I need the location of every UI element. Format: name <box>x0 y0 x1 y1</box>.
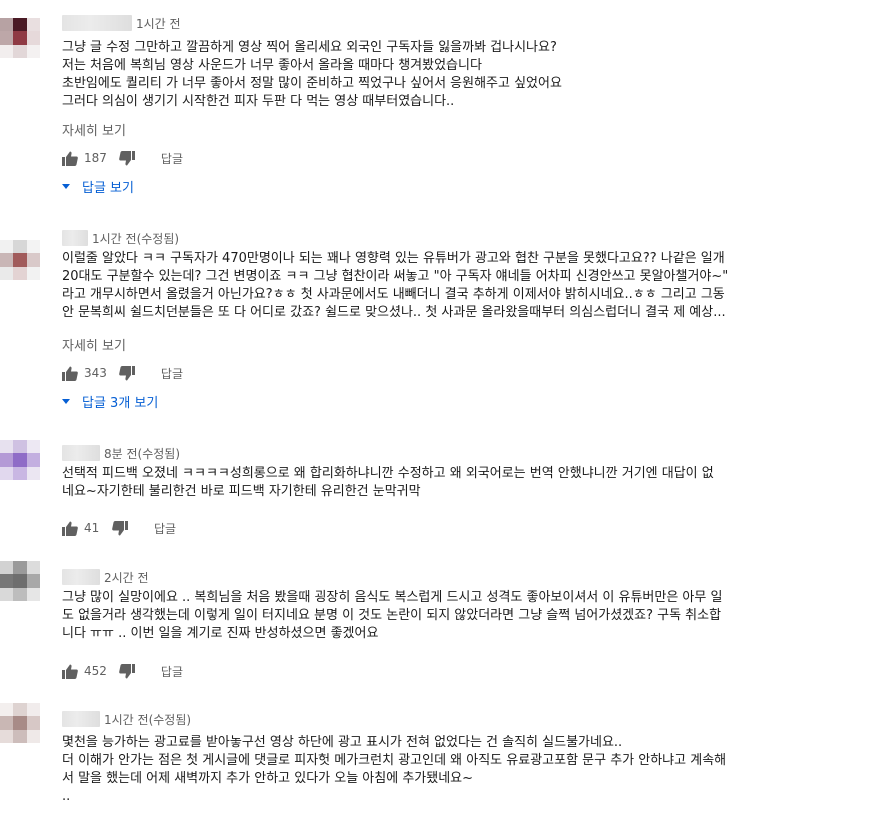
author-name[interactable] <box>62 711 100 727</box>
comment-line: 도 없을거라 생각했는데 이렇게 일이 터지네요 분명 이 것도 논란이 되지 … <box>62 608 722 623</box>
comment-line: 서 말을 했는데 어제 새벽까지 추가 안하고 있다가 오늘 아침에 추가됐네요… <box>62 771 474 786</box>
comment-time[interactable]: 8분 전(수정됨) <box>104 445 180 462</box>
comment-line: 라고 개무시하면서 올렸을거 아닌가요?ㅎㅎ 첫 사과문에서도 내빼더니 결국 … <box>62 287 725 302</box>
comment-text: 선택적 피드백 오졌네 ㅋㅋㅋㅋ성희롱으로 왜 합리화하냐니깐 수정하고 왜 외… <box>62 465 822 501</box>
comment-text: 그냥 글 수정 그만하고 깔끔하게 영상 찍어 올리세요 외국인 구독자들 잃을… <box>62 39 822 111</box>
like-count: 452 <box>84 664 107 678</box>
comment-line: 니다 ㅠㅠ .. 이번 일을 계기로 진짜 반성하셨으면 좋겠어요 <box>62 626 379 641</box>
comment-line: 그냥 많이 실망이에요 .. 복희님을 처음 봤을때 굉장히 음식도 복스럽게 … <box>62 590 723 605</box>
comment-line: 그러다 의심이 생기기 시작한건 피자 두판 다 먹는 영상 때부터였습니다.. <box>62 94 455 109</box>
like-count: 41 <box>84 521 100 535</box>
dislike-icon[interactable] <box>119 365 135 381</box>
author-name[interactable] <box>62 569 100 585</box>
like-icon[interactable] <box>62 664 78 679</box>
read-more-link[interactable]: 자세히 보기 <box>62 120 126 139</box>
avatar[interactable] <box>0 561 40 601</box>
comment-line: 더 이해가 안가는 점은 첫 게시글에 댓글로 피자헛 메가크런치 광고인데 왜… <box>62 753 727 768</box>
avatar[interactable] <box>0 18 40 58</box>
view-replies-label: 답글 3개 보기 <box>82 396 159 411</box>
reply-button[interactable]: 답글 <box>154 520 176 537</box>
comment-line: 이럴줄 알았다 ㅋㅋ 구독자가 470만명이나 되는 꽤나 영향력 있는 유튜버… <box>62 251 725 266</box>
comment-text: 그냥 많이 실망이에요 .. 복희님을 처음 봤을때 굉장히 음식도 복스럽게 … <box>62 589 822 643</box>
comment-line: 저는 처음에 복희님 영상 사운드가 너무 좋아서 올라올 때마다 챙겨봤었습니… <box>62 58 482 73</box>
reply-button[interactable]: 답글 <box>161 150 183 167</box>
like-icon[interactable] <box>62 521 78 536</box>
comment-line: .. <box>62 789 71 804</box>
author-name[interactable] <box>62 445 100 461</box>
comment-time[interactable]: 1시간 전(수정됨) <box>104 711 191 728</box>
comment-text: 몇천을 능가하는 광고료를 받아놓구선 영상 하단에 광고 표시가 전혀 없었다… <box>62 734 822 806</box>
comment-line: 초반임에도 퀄리티 가 너무 좋아서 정말 많이 준비하고 찍었구나 싶어서 응… <box>62 76 562 91</box>
comment-line: 선택적 피드백 오졌네 ㅋㅋㅋㅋ성희롱으로 왜 합리화하냐니깐 수정하고 왜 외… <box>62 466 714 481</box>
comment-line: 몇천을 능가하는 광고료를 받아놓구선 영상 하단에 광고 표시가 전혀 없었다… <box>62 735 623 750</box>
like-icon[interactable] <box>62 151 78 166</box>
comment-time[interactable]: 1시간 전(수정됨) <box>92 230 179 247</box>
view-replies-button[interactable]: 답글 3개 보기 <box>62 392 158 411</box>
comment-time[interactable]: 1시간 전 <box>136 15 181 32</box>
view-replies-label: 답글 보기 <box>82 181 134 196</box>
avatar[interactable] <box>0 440 40 480</box>
comment-line: 네요~자기한테 불리한건 바로 피드백 자기한테 유리한건 눈막귀막 <box>62 484 421 499</box>
comment-text: 이럴줄 알았다 ㅋㅋ 구독자가 470만명이나 되는 꽤나 영향력 있는 유튜버… <box>62 250 822 322</box>
avatar[interactable] <box>0 703 40 743</box>
like-count: 187 <box>84 151 107 165</box>
dislike-icon[interactable] <box>119 150 135 166</box>
dislike-icon[interactable] <box>119 663 135 679</box>
author-name[interactable] <box>62 230 88 246</box>
author-name[interactable] <box>62 15 132 31</box>
reply-button[interactable]: 답글 <box>161 365 183 382</box>
caret-down-icon <box>62 399 70 404</box>
comment-line: 안 문복희씨 쉴드치던분들은 또 다 어디로 갔죠? 쉴드로 맞으셨나.. 첫 … <box>62 305 726 320</box>
avatar[interactable] <box>0 240 40 280</box>
read-more-link[interactable]: 자세히 보기 <box>62 335 126 354</box>
like-count: 343 <box>84 366 107 380</box>
view-replies-button[interactable]: 답글 보기 <box>62 177 134 196</box>
reply-button[interactable]: 답글 <box>161 663 183 680</box>
dislike-icon[interactable] <box>112 520 128 536</box>
comment-line: 그냥 글 수정 그만하고 깔끔하게 영상 찍어 올리세요 외국인 구독자들 잃을… <box>62 40 557 55</box>
like-icon[interactable] <box>62 366 78 381</box>
comment-line: 20대도 구분할수 있는데? 그건 변명이죠 ㅋㅋ 그냥 협찬이라 써놓고 "아… <box>62 269 729 284</box>
comment-time[interactable]: 2시간 전 <box>104 569 149 586</box>
caret-down-icon <box>62 184 70 189</box>
